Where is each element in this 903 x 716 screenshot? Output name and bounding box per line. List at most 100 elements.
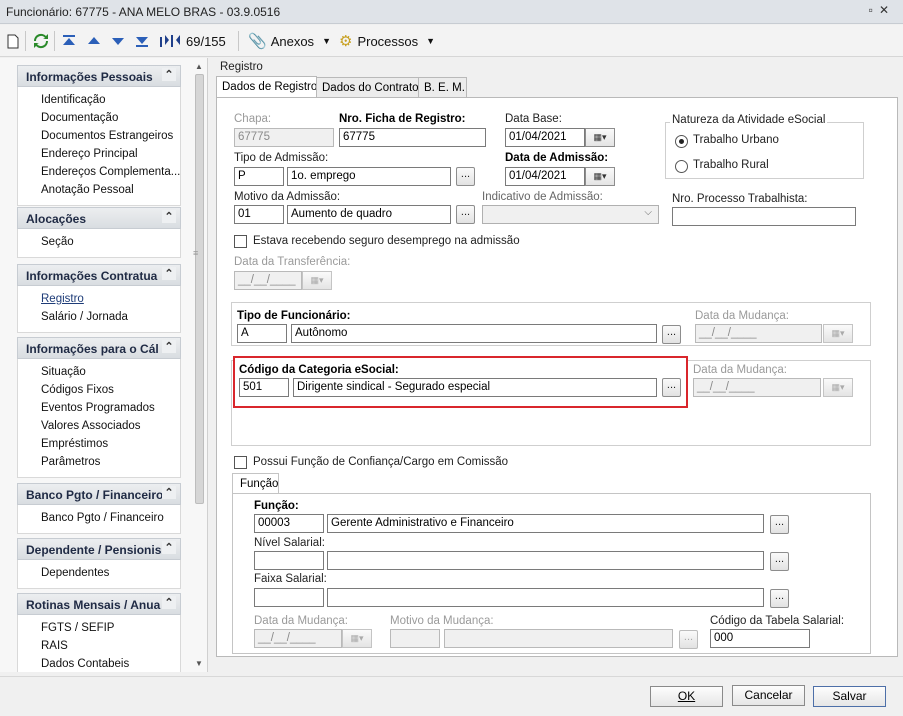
dropdown-arrow-icon: ▼: [426, 36, 436, 46]
previous-record-icon[interactable]: [87, 31, 101, 51]
codigo-tabela-label: Código da Tabela Salarial:: [710, 615, 845, 627]
sidebar-item[interactable]: FGTS / SEFIP: [18, 619, 180, 637]
tipo-funcionario-lookup-button[interactable]: ...: [662, 325, 681, 344]
motivo-code-field[interactable]: 01: [234, 205, 284, 224]
sidebar-item[interactable]: Parâmetros: [18, 453, 180, 471]
sidebar-item[interactable]: Dados Contabeis: [18, 655, 180, 672]
tipo-admissao-lookup-button[interactable]: ...: [456, 167, 475, 186]
codigo-tabela-field[interactable]: 000: [710, 629, 810, 648]
record-counter-icon: [159, 31, 181, 51]
sidebar-item[interactable]: Valores Associados: [18, 417, 180, 435]
categoria-desc-field[interactable]: Dirigente sindical - Segurado especial: [293, 378, 657, 397]
sidebar-group-title: Informações Contratua: [26, 269, 158, 283]
first-record-icon[interactable]: [62, 31, 76, 51]
tab-dados-de-registro[interactable]: Dados de Registro: [216, 76, 317, 98]
sidebar-group-header[interactable]: Alocações ⌃: [17, 207, 181, 229]
faixa-salarial-lookup-button[interactable]: ...: [770, 589, 789, 608]
sidebar-group: Informações para o Cál ⌃ Situação Códigos F…: [17, 337, 181, 478]
tab-funcao[interactable]: Função: [232, 473, 279, 494]
sidebar-item[interactable]: Endereços Complementa...: [18, 163, 180, 181]
tipo-admissao-desc-field[interactable]: 1o. emprego: [287, 167, 451, 186]
sidebar-item[interactable]: Documentação: [18, 109, 180, 127]
last-record-icon[interactable]: [135, 31, 149, 51]
collapse-chevron-icon[interactable]: ⌃: [162, 486, 176, 499]
sidebar-item[interactable]: Dependentes: [18, 564, 180, 582]
toolbar: 69/155 📎 Anexos ▼ ⚙ Processos ▼: [0, 25, 903, 57]
categoria-code-field[interactable]: 501: [239, 378, 289, 397]
sidebar-item[interactable]: Códigos Fixos: [18, 381, 180, 399]
data-base-field[interactable]: 01/04/2021: [505, 128, 585, 147]
tab-dados-do-contrato[interactable]: Dados do Contrato: [316, 77, 419, 98]
sidebar-group-header[interactable]: Informações para o Cál ⌃: [17, 337, 181, 359]
collapse-chevron-icon[interactable]: ⌃: [162, 340, 176, 353]
tipo-admissao-code-field[interactable]: P: [234, 167, 284, 186]
sidebar-item[interactable]: Salário / Jornada: [18, 308, 180, 326]
dropdown-arrow-icon: ▼: [322, 36, 331, 46]
sidebar-item[interactable]: Banco Pgto / Financeiro: [18, 509, 180, 527]
save-button[interactable]: Salvar: [813, 686, 886, 707]
seguro-desemprego-checkbox[interactable]: [234, 235, 247, 248]
funcao-confianca-checkbox[interactable]: [234, 456, 247, 469]
funcao-code-field[interactable]: 00003: [254, 514, 324, 533]
funcao-label: Função:: [254, 500, 299, 512]
nivel-salarial-desc-field[interactable]: [327, 551, 764, 570]
calendar-icon[interactable]: ▦▾: [585, 128, 615, 147]
categoria-lookup-button[interactable]: ...: [662, 378, 681, 397]
collapse-chevron-icon[interactable]: ⌃: [162, 68, 176, 81]
indicativo-label: Indicativo de Admissão:: [482, 191, 603, 203]
new-document-icon[interactable]: [7, 31, 19, 51]
nivel-salarial-lookup-button[interactable]: ...: [770, 552, 789, 571]
tipo-funcionario-code-field[interactable]: A: [237, 324, 287, 343]
sidebar-item[interactable]: Anotação Pessoal: [18, 181, 180, 199]
funcao-desc-field[interactable]: Gerente Administrativo e Financeiro: [327, 514, 764, 533]
categoria-data-mudanca-label: Data da Mudança:: [693, 364, 787, 376]
sidebar-item[interactable]: Eventos Programados: [18, 399, 180, 417]
cancel-button[interactable]: Cancelar: [732, 685, 805, 706]
nro-ficha-field[interactable]: 67775: [339, 128, 486, 147]
anexos-button[interactable]: 📎 Anexos ▼: [248, 31, 331, 51]
faixa-salarial-desc-field[interactable]: [327, 588, 764, 607]
indicativo-select[interactable]: ⌵: [482, 205, 659, 224]
sidebar-group-header[interactable]: Informações Pessoais ⌃: [17, 65, 181, 87]
tipo-funcionario-desc-field[interactable]: Autônomo: [291, 324, 657, 343]
sidebar-item[interactable]: Documentos Estrangeiros: [18, 127, 180, 145]
sidebar-item[interactable]: RAIS: [18, 637, 180, 655]
motivo-desc-field[interactable]: Aumento de quadro: [287, 205, 451, 224]
data-transferencia-field: __/__/____: [234, 271, 302, 290]
sidebar-item[interactable]: Endereço Principal: [18, 145, 180, 163]
faixa-salarial-code-field[interactable]: [254, 588, 324, 607]
motivo-mudanca-code-field: [390, 629, 440, 648]
sidebar-item[interactable]: Seção: [18, 233, 180, 251]
collapse-chevron-icon[interactable]: ⌃: [162, 541, 176, 554]
funcao-lookup-button[interactable]: ...: [770, 515, 789, 534]
refresh-icon[interactable]: [33, 31, 49, 51]
nivel-salarial-code-field[interactable]: [254, 551, 324, 570]
radio-trabalho-rural[interactable]: [675, 160, 688, 173]
collapse-chevron-icon[interactable]: ⌃: [162, 210, 176, 223]
sidebar-item[interactable]: Identificação: [18, 91, 180, 109]
data-admissao-field[interactable]: 01/04/2021: [505, 167, 585, 186]
collapse-chevron-icon[interactable]: ⌃: [162, 267, 176, 280]
minimize-icon[interactable]: ▫: [869, 3, 879, 17]
record-counter: 69/155: [186, 33, 226, 49]
sidebar-group-header[interactable]: Rotinas Mensais / Anua ⌃: [17, 593, 181, 615]
tab-bem[interactable]: B. E. M.: [418, 77, 467, 98]
nro-processo-field[interactable]: [672, 207, 856, 226]
calendar-icon[interactable]: ▦▾: [585, 167, 615, 186]
processos-button[interactable]: ⚙ Processos ▼: [339, 31, 435, 51]
window-controls: ▫✕: [869, 3, 895, 17]
sidebar-group-header[interactable]: Dependente / Pensionis ⌃: [17, 538, 181, 560]
funcao-data-mudanca-label: Data da Mudança:: [254, 615, 348, 627]
sidebar-scrollbar[interactable]: ▲ ≡ ▼: [193, 62, 206, 672]
collapse-chevron-icon[interactable]: ⌃: [162, 596, 176, 609]
close-icon[interactable]: ✕: [879, 3, 895, 17]
sidebar-group-header[interactable]: Informações Contratua ⌃: [17, 264, 181, 286]
sidebar-item[interactable]: Registro: [18, 290, 180, 308]
next-record-icon[interactable]: [111, 31, 125, 51]
sidebar-group-header[interactable]: Banco Pgto / Financeiro ⌃: [17, 483, 181, 505]
sidebar-item[interactable]: Empréstimos: [18, 435, 180, 453]
ok-button[interactable]: OK: [650, 686, 723, 707]
sidebar-item[interactable]: Situação: [18, 363, 180, 381]
radio-trabalho-urbano[interactable]: [675, 135, 688, 148]
motivo-lookup-button[interactable]: ...: [456, 205, 475, 224]
